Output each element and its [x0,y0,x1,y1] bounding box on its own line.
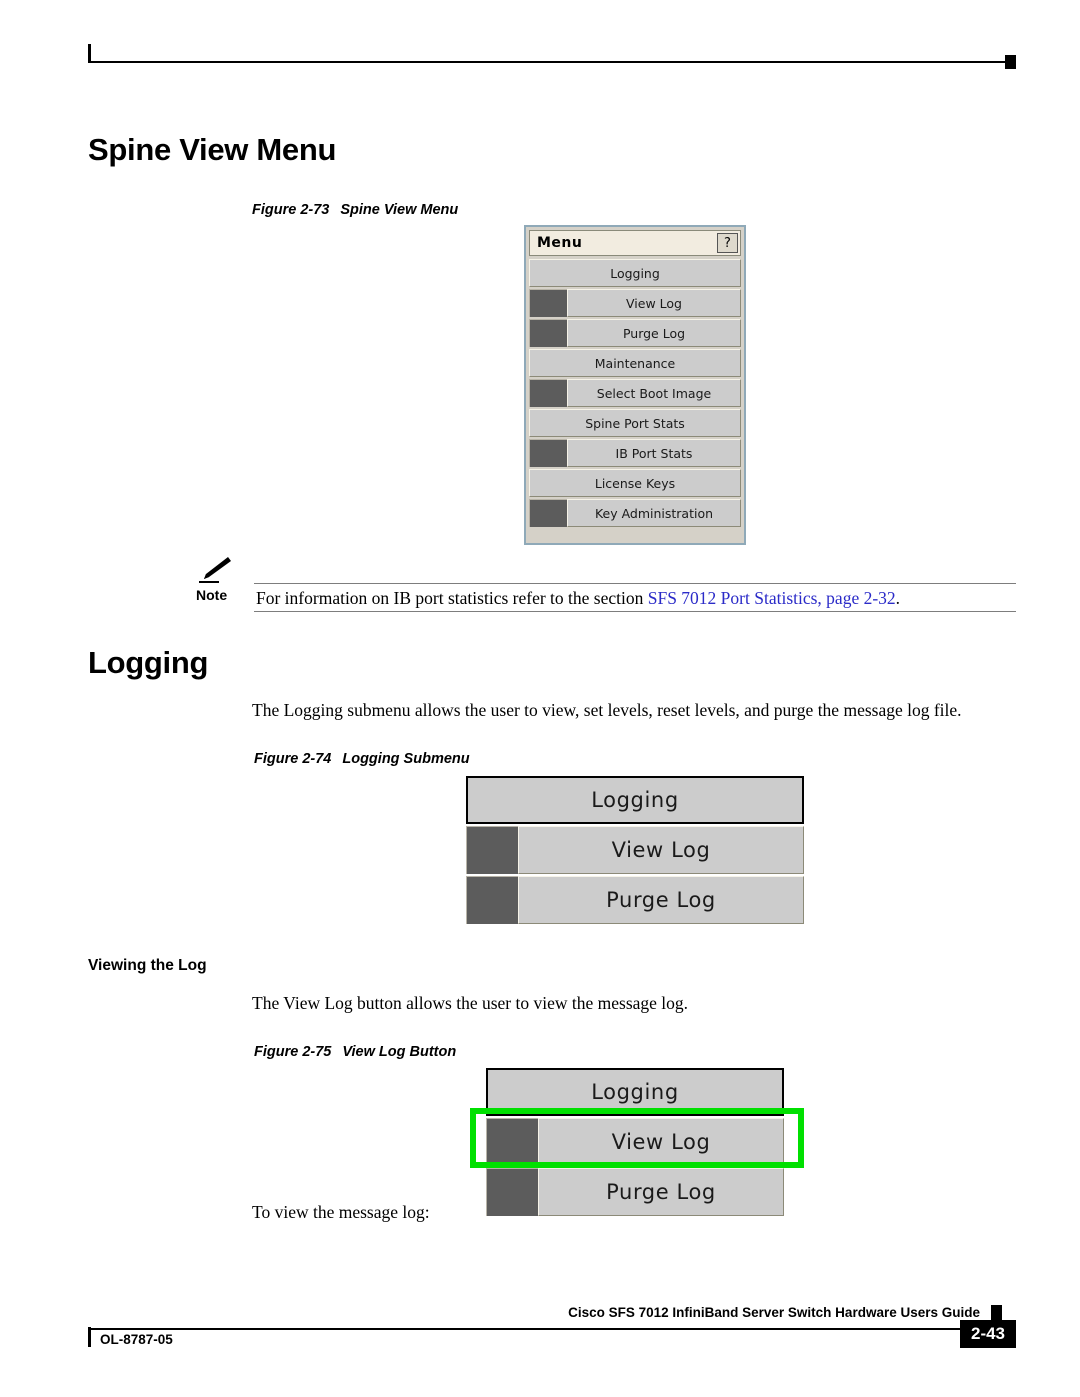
menu-item-purge-log[interactable]: Purge Log [538,1168,784,1216]
menu-item-logging[interactable]: Logging [486,1068,784,1116]
menu-row: Logging [466,776,804,824]
menu-row: View Log [466,826,804,874]
page-title-logging: Logging [88,645,209,680]
menu-swatch-icon [529,499,567,527]
footer-document-id: OL-8787-05 [100,1332,173,1347]
footer-square-marker [991,1305,1002,1320]
header-tick-left [88,44,91,62]
menu-item-spine-port-stats[interactable]: Spine Port Stats [529,409,741,437]
menu-row: Purge Log [466,876,804,924]
figure-title-2-74: Logging Submenu [342,751,470,767]
figure-caption-2-75: Figure 2-75 View Log Button [254,1044,456,1060]
menu-item-maintenance[interactable]: Maintenance [529,349,741,377]
menu-item-ib-port-stats[interactable]: IB Port Stats [567,439,741,467]
page-footer: Cisco SFS 7012 InfiniBand Server Switch … [88,1305,1016,1365]
menu-swatch-icon [529,379,567,407]
menu-swatch-icon [466,876,518,924]
menu-item-view-log[interactable]: View Log [567,289,741,317]
figure-number-2-74: Figure 2-74 [254,751,332,767]
menu-item-view-log[interactable]: View Log [538,1118,784,1166]
paragraph-view-log-intro: The View Log button allows the user to v… [252,993,689,1013]
menu-row: Logging [529,259,741,287]
figure-caption-2-73: Figure 2-73 Spine View Menu [252,202,458,218]
footer-guide-title: Cisco SFS 7012 InfiniBand Server Switch … [568,1305,980,1320]
paragraph-logging-intro: The Logging submenu allows the user to v… [252,700,962,720]
menu-row: Purge Log [486,1168,784,1216]
menu-titlebar: Menu ? [529,230,741,256]
figure-number-2-73: Figure 2-73 [252,202,330,218]
footer-page-number: 2-43 [960,1320,1016,1348]
header-tick-right [1005,55,1016,69]
menu-item-license-keys[interactable]: License Keys [529,469,741,497]
menu-row: Key Administration [529,499,741,527]
help-icon[interactable]: ? [717,233,738,253]
section-heading-viewing-the-log: Viewing the Log [88,957,207,974]
menu-swatch-icon [466,826,518,874]
figure-image-2-73: Menu ? Logging View Log Purge Log Mainte… [524,225,746,545]
figure-image-2-74: Logging View Log Purge Log [464,774,804,932]
figure-title-2-73: Spine View Menu [340,202,459,218]
menu-row: Purge Log [529,319,741,347]
menu-item-select-boot-image[interactable]: Select Boot Image [567,379,741,407]
view-log-button-window: Logging View Log Purge Log [484,1066,784,1216]
spine-view-menu-window: Menu ? Logging View Log Purge Log Mainte… [524,225,746,545]
paragraph-to-view: To view the message log: [252,1202,430,1222]
menu-item-view-log[interactable]: View Log [518,826,804,874]
header-rule [88,61,1016,63]
note-text: For information on IB port statistics re… [256,588,900,609]
menu-row: View Log [529,289,741,317]
note-label: Note [196,587,228,603]
footer-rule [88,1328,1002,1330]
menu-row: Logging [486,1068,784,1116]
footer-tick [88,1327,91,1347]
menu-swatch-icon [486,1168,538,1216]
menu-item-list: Logging View Log Purge Log [464,774,804,924]
page-header [88,44,1016,70]
note-text-after: . [895,588,901,608]
menu-item-logging[interactable]: Logging [466,776,804,824]
figure-caption-2-74: Figure 2-74 Logging Submenu [254,751,470,767]
menu-swatch-icon [529,289,567,317]
menu-item-logging[interactable]: Logging [529,259,741,287]
menu-window-title: Menu [537,235,583,251]
menu-row: View Log [486,1118,784,1166]
figure-number-2-75: Figure 2-75 [254,1044,332,1060]
menu-item-list: Logging View Log Purge Log [484,1066,784,1216]
note-block: Note For information on IB port statisti… [196,556,1016,612]
menu-item-list: Logging View Log Purge Log Maintenance S… [526,256,744,530]
menu-swatch-icon [529,439,567,467]
menu-item-purge-log[interactable]: Purge Log [518,876,804,924]
note-cross-reference-link[interactable]: SFS 7012 Port Statistics, page 2-32 [648,588,896,608]
menu-row: License Keys [529,469,741,497]
pencil-icon [199,557,231,583]
figure-title-2-75: View Log Button [342,1044,457,1060]
figure-image-2-75: Logging View Log Purge Log [470,1066,804,1216]
menu-swatch-icon [529,319,567,347]
menu-row: Spine Port Stats [529,409,741,437]
menu-item-key-administration[interactable]: Key Administration [567,499,741,527]
menu-item-purge-log[interactable]: Purge Log [567,319,741,347]
menu-row: Maintenance [529,349,741,377]
note-rule-bottom [254,611,1016,612]
page-title-spine-view-menu: Spine View Menu [88,132,337,167]
menu-swatch-icon [486,1118,538,1166]
logging-submenu-window: Logging View Log Purge Log [464,774,804,932]
note-text-before: For information on IB port statistics re… [256,588,648,608]
menu-row: IB Port Stats [529,439,741,467]
note-rule-top [254,583,1016,584]
menu-row: Select Boot Image [529,379,741,407]
